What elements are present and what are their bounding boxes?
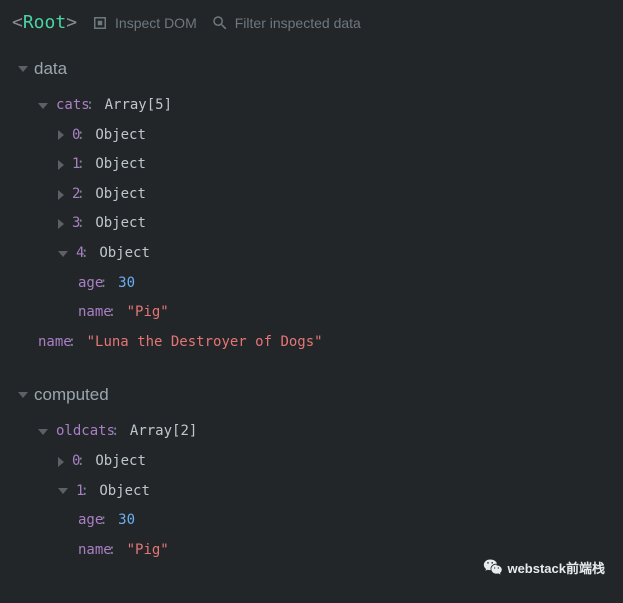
cats-item-2[interactable]: 2: Object <box>38 180 623 210</box>
chevron-down-icon <box>58 251 68 257</box>
cats-item-0[interactable]: 0: Object <box>38 121 623 151</box>
watermark-label: webstack前端栈 <box>507 558 605 577</box>
inspect-dom-button[interactable]: Inspect DOM <box>91 14 197 32</box>
prop-type: Object <box>95 215 146 231</box>
oldcats-item-0[interactable]: 0: Object <box>38 447 623 477</box>
chevron-down-icon <box>38 429 48 435</box>
prop-value-number: 30 <box>118 512 135 528</box>
prop-value-string: "Pig" <box>127 542 169 558</box>
cats-row[interactable]: cats: Array[5] <box>38 91 623 121</box>
prop-type: Object <box>99 483 150 499</box>
prop-key: name <box>78 542 112 558</box>
section-data-header[interactable]: data <box>0 51 623 87</box>
cats-item-4-age[interactable]: age: 30 <box>38 269 623 299</box>
chevron-right-icon <box>58 457 64 467</box>
chevron-right-icon <box>58 219 64 229</box>
section-data: data cats: Array[5] 0: Object 1: Object … <box>0 43 623 369</box>
cats-item-1[interactable]: 1: Object <box>38 150 623 180</box>
wechat-icon <box>483 557 503 577</box>
section-computed: computed oldcats: Array[2] 0: Object 1: … <box>0 369 623 577</box>
inspector-header: <Root> Inspect DOM <box>0 0 623 43</box>
root-component-tag[interactable]: <Root> <box>12 12 77 33</box>
prop-key: cats <box>56 97 90 113</box>
oldcats-item-1[interactable]: 1: Object <box>38 477 623 507</box>
search-icon[interactable] <box>211 14 229 32</box>
prop-type: Array[5] <box>105 97 172 113</box>
section-computed-title: computed <box>34 385 109 405</box>
cats-item-4[interactable]: 4: Object <box>38 239 623 269</box>
oldcats-item-1-age[interactable]: age: 30 <box>38 506 623 536</box>
target-icon <box>91 14 109 32</box>
prop-type: Object <box>95 186 146 202</box>
prop-type: Array[2] <box>130 423 197 439</box>
chevron-right-icon <box>58 160 64 170</box>
oldcats-row[interactable]: oldcats: Array[2] <box>38 417 623 447</box>
section-computed-header[interactable]: computed <box>0 377 623 413</box>
prop-value-string: "Pig" <box>127 304 169 320</box>
prop-key: name <box>38 334 72 350</box>
chevron-down-icon <box>18 392 28 398</box>
chevron-right-icon <box>58 130 64 140</box>
prop-type: Object <box>99 245 150 261</box>
filter-input[interactable] <box>235 15 416 31</box>
prop-value-string: "Luna the Destroyer of Dogs" <box>87 334 323 350</box>
prop-type: Object <box>95 453 146 469</box>
prop-value-number: 30 <box>118 275 135 291</box>
inspect-dom-label: Inspect DOM <box>115 15 197 31</box>
watermark-badge: webstack前端栈 <box>483 557 605 577</box>
filter-group <box>211 14 416 32</box>
data-tree: cats: Array[5] 0: Object 1: Object 2: Ob… <box>0 87 623 357</box>
prop-type: Object <box>95 156 146 172</box>
chevron-right-icon <box>58 190 64 200</box>
prop-key: name <box>78 304 112 320</box>
section-data-title: data <box>34 59 67 79</box>
computed-tree: oldcats: Array[2] 0: Object 1: Object ag… <box>0 413 623 565</box>
prop-type: Object <box>95 127 146 143</box>
cats-item-3[interactable]: 3: Object <box>38 209 623 239</box>
chevron-down-icon <box>38 103 48 109</box>
chevron-down-icon <box>18 66 28 72</box>
chevron-down-icon <box>58 488 68 494</box>
prop-key: oldcats <box>56 423 115 439</box>
cats-item-4-name[interactable]: name: "Pig" <box>38 298 623 328</box>
data-name-row[interactable]: name: "Luna the Destroyer of Dogs" <box>38 328 623 358</box>
